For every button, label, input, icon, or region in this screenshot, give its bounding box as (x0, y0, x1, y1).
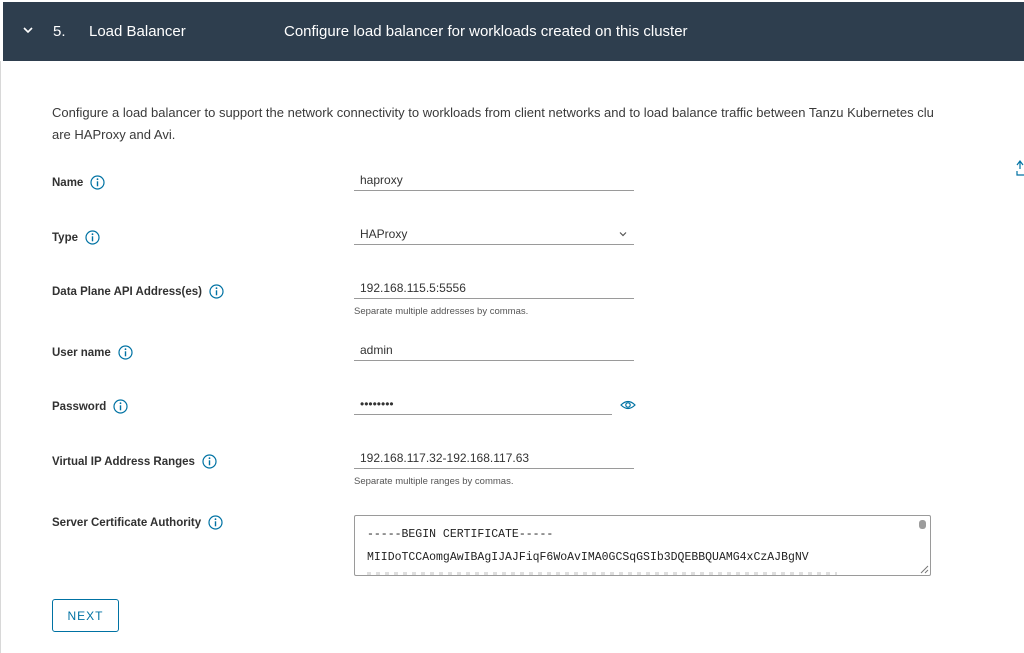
chevron-down-icon (619, 231, 627, 236)
info-icon[interactable] (118, 345, 133, 360)
data-plane-input[interactable] (354, 277, 634, 299)
data-plane-label: Data Plane API Address(es) (52, 284, 224, 299)
intro-line-1: Configure a load balancer to support the… (52, 105, 934, 120)
eye-icon[interactable] (620, 399, 636, 411)
intro-text: Configure a load balancer to support the… (52, 102, 1024, 146)
vip-ranges-label: Virtual IP Address Ranges (52, 454, 217, 469)
type-label: Type (52, 230, 100, 245)
cert-line-partial (367, 572, 837, 575)
info-icon[interactable] (113, 399, 128, 414)
export-icon[interactable] (1016, 159, 1024, 177)
info-icon[interactable] (202, 454, 217, 469)
step-title: Load Balancer (89, 23, 186, 40)
step-header[interactable]: 5. Load Balancer Configure load balancer… (3, 2, 1024, 61)
chevron-down-icon[interactable] (21, 23, 35, 37)
username-input[interactable] (354, 339, 634, 361)
server-ca-textarea[interactable]: -----BEGIN CERTIFICATE----- MIIDoTCCAomg… (354, 515, 931, 576)
vip-ranges-input[interactable] (354, 447, 634, 469)
password-input[interactable] (354, 393, 612, 415)
name-input[interactable] (354, 169, 634, 191)
data-plane-helper: Separate multiple addresses by commas. (354, 306, 529, 317)
name-label: Name (52, 175, 105, 190)
resize-handle-icon[interactable] (920, 565, 929, 574)
cert-line-1: -----BEGIN CERTIFICATE----- (367, 528, 554, 541)
username-label: User name (52, 345, 133, 360)
type-select[interactable]: HAProxy (354, 223, 634, 245)
password-label: Password (52, 399, 128, 414)
info-icon[interactable] (208, 515, 223, 530)
step-number: 5. (53, 23, 66, 40)
next-button[interactable]: NEXT (52, 599, 119, 632)
vip-ranges-helper: Separate multiple ranges by commas. (354, 476, 514, 487)
scrollbar-thumb[interactable] (919, 520, 926, 529)
intro-line-2: are HAProxy and Avi. (52, 127, 176, 142)
cert-line-2: MIIDoTCCAomgAwIBAgIJAJFiqF6WoAvIMA0GCSqG… (367, 551, 809, 564)
type-select-value: HAProxy (360, 226, 408, 241)
step-description: Configure load balancer for workloads cr… (284, 23, 688, 40)
server-ca-label: Server Certificate Authority (52, 515, 223, 530)
info-icon[interactable] (209, 284, 224, 299)
info-icon[interactable] (85, 230, 100, 245)
panel-border (0, 61, 1, 653)
info-icon[interactable] (90, 175, 105, 190)
